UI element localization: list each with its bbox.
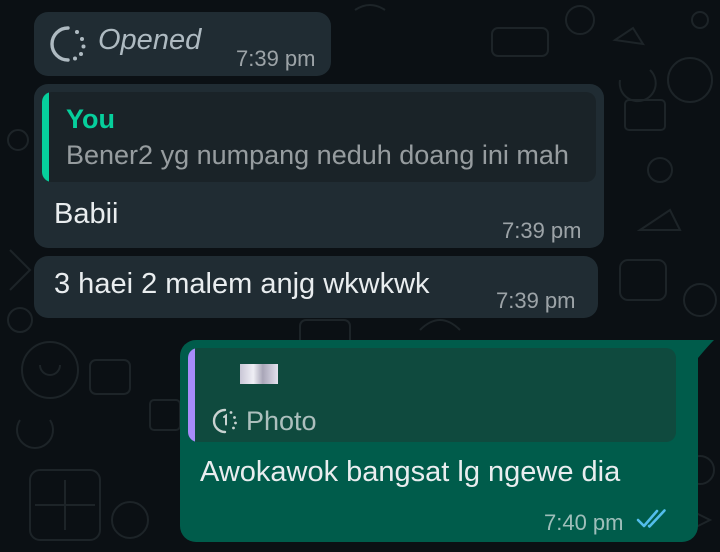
message-view-once-opened[interactable]: Opened 7:39 pm bbox=[34, 12, 331, 76]
quote-text: Bener2 yg numpang neduh doang ini mah bbox=[66, 140, 569, 170]
quote-accent-bar bbox=[188, 348, 195, 442]
message-reply-incoming[interactable]: You Bener2 yg numpang neduh doang ini ma… bbox=[34, 84, 604, 248]
message-time: 7:39 pm bbox=[502, 218, 582, 243]
quoted-photo[interactable]: Photo bbox=[188, 348, 676, 442]
quote-accent-bar bbox=[42, 92, 49, 182]
quote-media-label: Photo bbox=[246, 406, 317, 436]
message-text: Awokawok bangsat lg ngewe dia bbox=[200, 456, 621, 488]
message-text: Babii bbox=[54, 198, 119, 230]
quote-author: You bbox=[66, 104, 115, 134]
view-once-icon bbox=[212, 408, 237, 434]
message-time: 7:39 pm bbox=[236, 46, 316, 71]
message-time: 7:40 pm bbox=[544, 510, 624, 535]
message-time: 7:39 pm bbox=[496, 288, 576, 313]
bubble-tail bbox=[692, 340, 714, 358]
view-once-status-text: Opened bbox=[98, 24, 202, 56]
message-incoming[interactable]: 3 haei 2 malem anjg wkwkwk 7:39 pm bbox=[34, 256, 598, 318]
quote-sender-name-obscured bbox=[240, 364, 278, 384]
message-text: 3 haei 2 malem anjg wkwkwk bbox=[54, 268, 430, 300]
message-reply-outgoing[interactable]: Photo Awokawok bangsat lg ngewe dia 7:40… bbox=[180, 340, 698, 542]
view-once-icon bbox=[50, 26, 86, 62]
double-check-icon bbox=[636, 509, 666, 528]
quoted-message[interactable]: You Bener2 yg numpang neduh doang ini ma… bbox=[42, 92, 596, 182]
